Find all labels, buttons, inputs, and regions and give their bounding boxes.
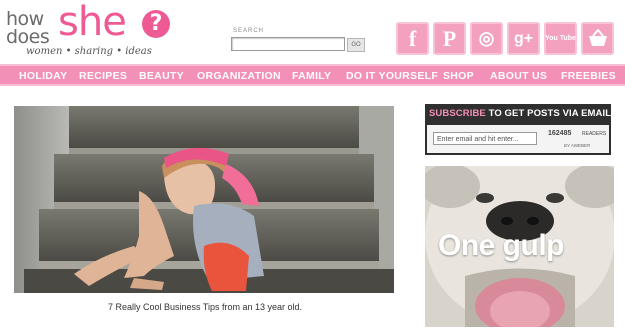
nav-item-shop[interactable]: SHOP bbox=[443, 70, 474, 82]
ad-headline: One gulp bbox=[438, 229, 565, 262]
featured-photo bbox=[14, 106, 394, 293]
nav-item-about-us[interactable]: ABOUT US bbox=[490, 70, 547, 82]
subscribe-title-highlight: SUBSCRIBE bbox=[429, 108, 486, 119]
logo-word-she: she bbox=[58, 0, 127, 45]
logo-tagline: women • sharing • ideas bbox=[26, 46, 152, 57]
subscriber-count: 162485 bbox=[548, 130, 572, 137]
facebook-icon[interactable]: f bbox=[396, 22, 429, 55]
nav-item-do-it-yourself[interactable]: DO IT YOURSELF bbox=[346, 70, 438, 82]
logo-question-mark-icon: ? bbox=[142, 10, 170, 38]
subscribe-email-field[interactable]: Enter email and hit enter... bbox=[433, 132, 537, 145]
featured-post-caption[interactable]: 7 Really Cool Business Tips from an 13 y… bbox=[0, 302, 410, 312]
subscriber-readers-label: READERS bbox=[582, 131, 607, 137]
search-input[interactable] bbox=[231, 37, 345, 51]
shop-basket-icon[interactable] bbox=[581, 22, 614, 55]
youtube-icon[interactable]: You Tube bbox=[544, 22, 577, 55]
featured-post-image[interactable] bbox=[14, 106, 394, 293]
basket-glyph bbox=[588, 28, 607, 46]
sidebar-advertisement[interactable]: One gulp bbox=[425, 166, 614, 327]
subscribe-title-rest: TO GET POSTS VIA EMAIL bbox=[485, 108, 612, 119]
subscribe-form: Enter email and hit enter... 162485 READ… bbox=[427, 125, 609, 153]
subscribe-title: SUBSCRIBE TO GET POSTS VIA EMAIL bbox=[429, 108, 611, 119]
nav-item-holiday[interactable]: HOLIDAY bbox=[19, 70, 67, 82]
search-label: SEARCH bbox=[233, 28, 265, 34]
subscribe-widget: SUBSCRIBE TO GET POSTS VIA EMAIL Enter e… bbox=[425, 104, 611, 155]
nav-item-beauty[interactable]: BEAUTY bbox=[139, 70, 184, 82]
nav-item-family[interactable]: FAMILY bbox=[292, 70, 331, 82]
google-plus-icon[interactable]: g+ bbox=[507, 22, 540, 55]
site-logo[interactable]: how does she ? women • sharing • ideas bbox=[6, 0, 206, 64]
nav-item-freebies[interactable]: FREEBIES bbox=[561, 70, 616, 82]
pinterest-icon[interactable]: P bbox=[433, 22, 466, 55]
instagram-icon[interactable]: ◎ bbox=[470, 22, 503, 55]
main-navigation: HOLIDAY RECIPES BEAUTY ORGANIZATION FAMI… bbox=[0, 64, 625, 86]
logo-word-does: does bbox=[6, 26, 50, 48]
logo-wordmark-small: how does bbox=[6, 10, 50, 48]
aweber-label: BY AWEBER bbox=[564, 143, 591, 148]
search-go-button[interactable]: GO bbox=[347, 38, 365, 52]
nav-item-recipes[interactable]: RECIPES bbox=[79, 70, 127, 82]
nav-item-organization[interactable]: ORGANIZATION bbox=[197, 70, 281, 82]
